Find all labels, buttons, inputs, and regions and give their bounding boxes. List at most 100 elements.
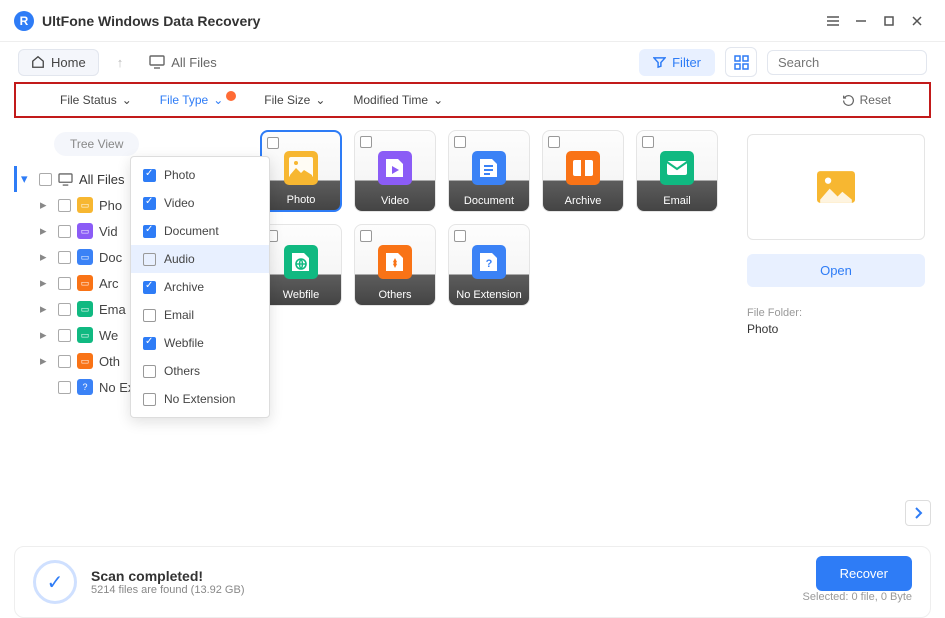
dropdown-item[interactable]: Audio <box>131 245 269 273</box>
preview-folder-value: Photo <box>747 322 925 336</box>
checkbox[interactable] <box>143 337 156 350</box>
next-button[interactable] <box>905 500 931 526</box>
checkbox[interactable] <box>267 137 279 149</box>
dropdown-item[interactable]: Webfile <box>131 329 269 357</box>
monitor-icon <box>58 173 73 186</box>
checkbox[interactable] <box>454 230 466 242</box>
expand-icon[interactable]: ▸ <box>40 249 52 265</box>
dropdown-item[interactable]: Photo <box>131 161 269 189</box>
grid-view-button[interactable] <box>725 47 757 77</box>
checkbox[interactable] <box>58 225 71 238</box>
checkbox[interactable] <box>143 197 156 210</box>
modified-time-filter[interactable]: Modified Time⌄ <box>339 93 457 107</box>
maximize-icon[interactable] <box>875 7 903 35</box>
checkbox[interactable] <box>58 355 71 368</box>
checkbox[interactable] <box>143 365 156 378</box>
checkbox[interactable] <box>143 225 156 238</box>
toolbar: Home ↑ All Files Filter <box>0 42 945 82</box>
card-icon <box>378 151 412 185</box>
dropdown-item[interactable]: Others <box>131 357 269 385</box>
minimize-icon[interactable] <box>847 7 875 35</box>
expand-icon[interactable]: ▸ <box>40 223 52 239</box>
folder-icon: ▭ <box>77 327 93 343</box>
breadcrumb[interactable]: All Files <box>141 51 225 74</box>
footer: ✓ Scan completed! 5214 files are found (… <box>14 546 931 618</box>
chevron-right-icon <box>913 507 923 519</box>
expand-icon[interactable]: ▸ <box>40 353 52 369</box>
preview-panel: Open File Folder: Photo <box>741 126 931 538</box>
file-card[interactable]: Photo <box>260 130 342 212</box>
expand-icon[interactable]: ▸ <box>40 197 52 213</box>
file-status-filter[interactable]: File Status⌄ <box>46 93 146 107</box>
home-label: Home <box>51 55 86 70</box>
checkbox[interactable] <box>58 251 71 264</box>
checkbox[interactable] <box>360 230 372 242</box>
dropdown-item[interactable]: Archive <box>131 273 269 301</box>
dropdown-label: Audio <box>164 252 195 266</box>
menu-icon[interactable] <box>819 7 847 35</box>
expand-icon[interactable]: ▸ <box>40 327 52 343</box>
expand-icon[interactable]: ▸ <box>40 301 52 317</box>
tree-label: Doc <box>99 250 122 265</box>
file-type-filter[interactable]: File Type⌄ <box>146 93 251 107</box>
dropdown-item[interactable]: Email <box>131 301 269 329</box>
file-card[interactable]: Others <box>354 224 436 306</box>
expand-icon[interactable]: ▸ <box>40 275 52 291</box>
scan-status: Scan completed! 5214 files are found (13… <box>91 568 244 596</box>
file-card[interactable]: Webfile <box>260 224 342 306</box>
sidebar: Tree View ▾ All Files ▸▭Pho▸▭Vid▸▭Doc▸▭A… <box>14 126 252 538</box>
chevron-down-icon: ⌄ <box>213 93 223 107</box>
checkbox[interactable] <box>548 136 560 148</box>
checkbox[interactable] <box>143 169 156 182</box>
file-card[interactable]: Document <box>448 130 530 212</box>
file-card[interactable]: Archive <box>542 130 624 212</box>
tree-label: Oth <box>99 354 120 369</box>
checkbox[interactable] <box>360 136 372 148</box>
main: Tree View ▾ All Files ▸▭Pho▸▭Vid▸▭Doc▸▭A… <box>0 118 945 538</box>
recover-button[interactable]: Recover <box>816 556 912 591</box>
search-input[interactable] <box>778 55 945 70</box>
dropdown-label: Archive <box>164 280 204 294</box>
tree-label: We <box>99 328 118 343</box>
chevron-down-icon: ⌄ <box>122 93 132 107</box>
card-icon <box>660 151 694 185</box>
tree-label: Pho <box>99 198 122 213</box>
open-button[interactable]: Open <box>747 254 925 287</box>
reset-button[interactable]: Reset <box>842 93 891 107</box>
checkbox[interactable] <box>143 309 156 322</box>
checkbox[interactable] <box>143 393 156 406</box>
checkbox[interactable] <box>642 136 654 148</box>
monitor-icon <box>149 55 165 69</box>
svg-text:?: ? <box>486 258 493 270</box>
dropdown-label: Others <box>164 364 200 378</box>
tree-label: Ema <box>99 302 126 317</box>
file-card[interactable]: Email <box>636 130 718 212</box>
checkbox[interactable] <box>58 277 71 290</box>
checkbox[interactable] <box>58 199 71 212</box>
checkbox[interactable] <box>454 136 466 148</box>
tree-view-toggle[interactable]: Tree View <box>54 132 139 156</box>
filter-active-badge <box>226 91 236 101</box>
dropdown-item[interactable]: Document <box>131 217 269 245</box>
file-card[interactable]: Video <box>354 130 436 212</box>
app-logo: R <box>14 11 34 31</box>
filter-button[interactable]: Filter <box>639 49 715 76</box>
dropdown-item[interactable]: Video <box>131 189 269 217</box>
up-icon[interactable]: ↑ <box>109 55 132 70</box>
file-card[interactable]: ?No Extension <box>448 224 530 306</box>
dropdown-item[interactable]: No Extension <box>131 385 269 413</box>
image-icon <box>817 170 855 204</box>
checkbox[interactable] <box>58 329 71 342</box>
dropdown-label: Document <box>164 224 219 238</box>
search-box[interactable] <box>767 50 927 75</box>
checkbox[interactable] <box>143 281 156 294</box>
home-button[interactable]: Home <box>18 49 99 76</box>
checkbox[interactable] <box>39 173 52 186</box>
file-size-filter[interactable]: File Size⌄ <box>250 93 339 107</box>
close-icon[interactable] <box>903 7 931 35</box>
card-label: Email <box>637 195 717 207</box>
breadcrumb-label: All Files <box>171 55 217 70</box>
checkbox[interactable] <box>58 381 71 394</box>
checkbox[interactable] <box>58 303 71 316</box>
checkbox[interactable] <box>143 253 156 266</box>
